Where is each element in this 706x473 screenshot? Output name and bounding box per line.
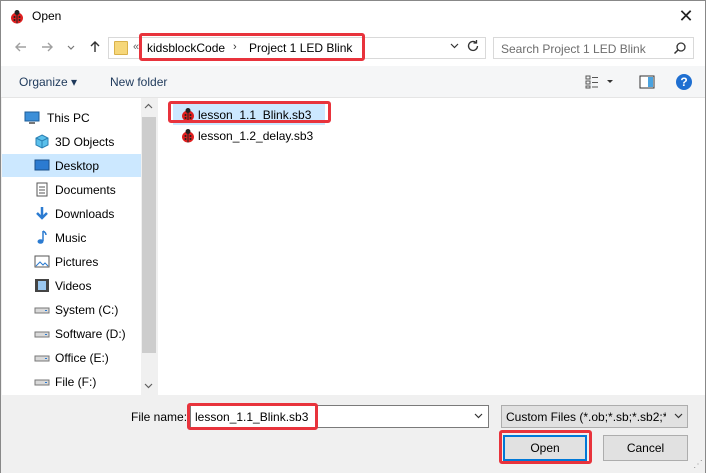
sidebar-item-label: System (C:) — [55, 303, 119, 317]
chevron-down-icon — [450, 43, 459, 49]
sidebar-item-label: Music — [55, 231, 87, 245]
command-bar: Organize ▾ New folder ? — [1, 66, 705, 98]
view-list-icon — [585, 75, 613, 89]
search-icon — [673, 42, 686, 55]
breadcrumb-separator[interactable]: › — [233, 41, 237, 53]
scroll-down-button[interactable] — [144, 381, 153, 392]
breadcrumb-kidsblockcode[interactable]: kidsblockCode — [147, 41, 225, 55]
search-placeholder[interactable]: Search Project 1 LED Blink — [501, 42, 646, 56]
organize-button[interactable]: Organize ▾ — [19, 75, 77, 89]
new-folder-button[interactable]: New folder — [110, 75, 167, 89]
up-arrow-icon — [90, 41, 100, 52]
sidebar-item-3d-objects[interactable]: 3D Objects — [2, 130, 142, 153]
sidebar-item-label: This PC — [47, 111, 90, 125]
chevron-down-icon — [144, 383, 153, 389]
sidebar-item-system-c[interactable]: System (C:) — [2, 298, 142, 321]
sidebar-item-label: Desktop — [55, 159, 100, 173]
documents-icon — [36, 182, 48, 197]
sidebar-item-label: Pictures — [55, 255, 99, 269]
address-dropdown-button[interactable] — [450, 41, 459, 52]
navigation-pane[interactable]: This PC 3D Objects Desktop Documents Dow… — [2, 98, 156, 395]
music-icon — [37, 230, 47, 244]
ladybug-icon — [11, 10, 23, 24]
sidebar-item-this-pc[interactable]: This PC — [2, 106, 142, 129]
address-bar[interactable]: « kidsblockCode › Project 1 LED Blink — [108, 37, 486, 59]
file-name-label: File name: — [131, 410, 188, 424]
view-options-button[interactable] — [585, 75, 615, 92]
preview-pane-button[interactable] — [639, 75, 655, 92]
close-button[interactable]: ✕ — [675, 6, 697, 26]
sidebar-item-label: Downloads — [55, 207, 115, 221]
drive-icon — [34, 331, 50, 338]
sidebar-item-file-f[interactable]: File (F:) — [2, 370, 142, 393]
scroll-thumb[interactable] — [142, 117, 156, 353]
help-glyph: ? — [680, 75, 687, 89]
sidebar-item-label: 3D Objects — [55, 135, 115, 149]
file-item[interactable]: lesson_1.2_delay.sb3 — [173, 125, 325, 146]
forward-button[interactable] — [39, 40, 55, 56]
sidebar-item-downloads[interactable]: Downloads — [2, 202, 142, 225]
refresh-icon — [467, 40, 479, 52]
drive-icon — [34, 307, 50, 314]
up-button[interactable] — [87, 40, 103, 56]
chevron-up-icon — [144, 103, 153, 109]
file-type-value: Custom Files (*.ob;*.sb;*.sb2;*.sb3) — [506, 410, 666, 424]
chevron-down-icon — [474, 413, 483, 419]
desktop-icon — [34, 159, 50, 171]
drive-icon — [34, 379, 50, 386]
file-name: lesson_1.2_delay.sb3 — [198, 129, 314, 143]
window-title: Open — [32, 9, 62, 23]
folder-icon — [114, 41, 128, 55]
sidebar-item-office-e[interactable]: Office (E:) — [2, 346, 142, 369]
sidebar-item-music[interactable]: Music — [2, 226, 142, 249]
sidebar-item-desktop[interactable]: Desktop — [2, 154, 142, 177]
preview-pane-icon — [639, 75, 655, 89]
back-arrow-icon — [15, 42, 26, 52]
breadcrumb-project-folder[interactable]: Project 1 LED Blink — [249, 41, 352, 55]
sidebar-item-pictures[interactable]: Pictures — [2, 250, 142, 273]
back-button[interactable] — [13, 40, 29, 56]
help-button[interactable]: ? — [675, 73, 693, 94]
sidebar-item-label: Software (D:) — [55, 327, 126, 341]
ladybug-icon — [182, 108, 194, 122]
refresh-button[interactable] — [466, 39, 480, 56]
title-bar: Open ✕ — [1, 1, 705, 32]
drive-icon — [34, 355, 50, 362]
close-icon: ✕ — [678, 6, 694, 26]
open-button[interactable]: Open — [503, 435, 587, 461]
downloads-icon — [36, 207, 48, 220]
cancel-button[interactable]: Cancel — [603, 435, 688, 461]
pictures-icon — [34, 255, 50, 268]
pc-icon — [24, 111, 40, 124]
breadcrumb-overflow[interactable]: « — [133, 41, 139, 53]
ladybug-icon — [182, 129, 194, 143]
open-dialog: Open ✕ « kidsblockCode › Project 1 LED B… — [0, 0, 706, 473]
file-type-select[interactable]: Custom Files (*.ob;*.sb;*.sb2;*.sb3) — [501, 405, 688, 428]
chevron-down-icon — [67, 45, 75, 50]
videos-icon — [35, 279, 49, 292]
file-name: lesson_1.1_Blink.sb3 — [198, 108, 312, 122]
navigation-scrollbar[interactable] — [141, 98, 157, 395]
sidebar-item-documents[interactable]: Documents — [2, 178, 142, 201]
resize-grip-icon[interactable]: ⋰ — [693, 459, 703, 470]
sidebar-item-label: File (F:) — [55, 375, 97, 389]
file-name-value[interactable]: lesson_1.1_Blink.sb3 — [195, 410, 308, 424]
forward-arrow-icon — [42, 42, 53, 52]
search-box[interactable]: Search Project 1 LED Blink — [493, 37, 694, 59]
file-name-field[interactable]: lesson_1.1_Blink.sb3 — [190, 405, 489, 428]
recent-locations-button[interactable] — [63, 40, 79, 56]
sidebar-item-software-d[interactable]: Software (D:) — [2, 322, 142, 345]
sidebar-item-label: Documents — [55, 183, 116, 197]
sidebar-item-label: Videos — [55, 279, 92, 293]
sidebar-item-label: Office (E:) — [55, 351, 109, 365]
file-item[interactable]: lesson_1.1_Blink.sb3 — [173, 104, 325, 125]
scroll-up-button[interactable] — [144, 102, 153, 113]
chevron-down-icon — [674, 411, 683, 422]
cube-icon — [35, 134, 49, 149]
help-icon: ? — [676, 74, 692, 90]
sidebar-item-videos[interactable]: Videos — [2, 274, 142, 297]
file-name-dropdown-button[interactable] — [474, 411, 483, 422]
